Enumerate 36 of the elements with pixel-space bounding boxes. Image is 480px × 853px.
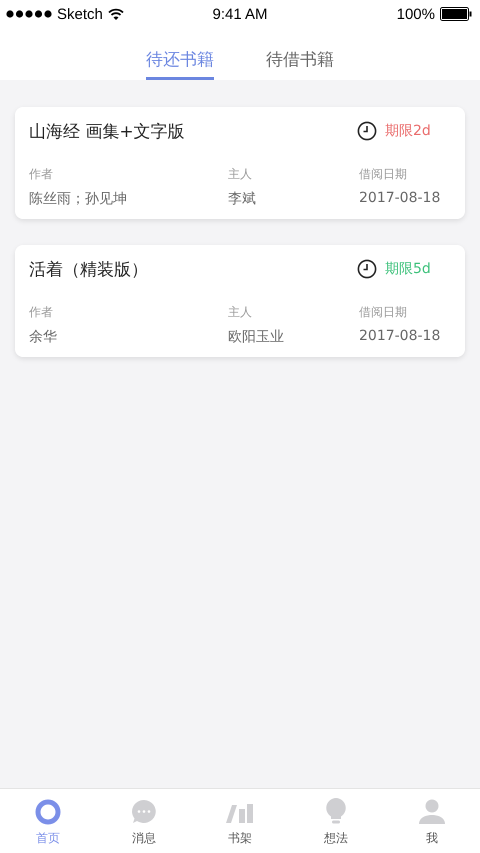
author-name: 陈丝雨；孙见坤 (29, 190, 128, 208)
wifi-icon (108, 8, 124, 20)
book-card[interactable]: 山海经 画集+文字版 期限2d 作者 陈丝雨；孙见坤 主人 李斌 借阅日期 2017-08-18 (15, 107, 465, 219)
signal-icon (6, 10, 52, 18)
ring-icon (35, 799, 61, 825)
borrow-date: 2017-08-18 (359, 190, 442, 206)
field-label: 主人 (228, 166, 253, 183)
battery-icon (440, 7, 472, 21)
owner-name: 李斌 (228, 190, 257, 208)
book-title: 活着（精装版） (29, 258, 148, 280)
tab-bar-item[interactable]: 书架 (192, 789, 288, 853)
person-icon (418, 799, 446, 825)
field-label: 借阅日期 (359, 304, 408, 321)
chat-icon (131, 799, 157, 825)
battery-percent: 100% (396, 6, 435, 22)
tab-bar-item[interactable]: 我 (384, 789, 480, 853)
book-title: 山海经 画集+文字版 (29, 120, 185, 142)
tab-bar-item[interactable]: 想法 (288, 789, 384, 853)
lightbulb-icon (325, 797, 347, 825)
field-label: 作者 (29, 166, 54, 183)
field-label: 主人 (228, 304, 253, 321)
book-card[interactable]: 活着（精装版） 期限5d 作者 余华 主人 欧阳玉业 借阅日期 2017-08-18 (15, 245, 465, 357)
books-icon (226, 801, 254, 825)
field-label: 作者 (29, 304, 54, 321)
carrier-name: Sketch (57, 6, 103, 22)
deadline-text: 期限5d (385, 260, 431, 278)
status-time: 9:41 AM (212, 6, 268, 22)
tab[interactable]: 待借书籍 (266, 28, 334, 80)
deadline-text: 期限2d (385, 122, 431, 140)
field-label: 借阅日期 (359, 166, 408, 183)
tab-bar-item[interactable]: 消息 (96, 789, 192, 853)
borrow-date: 2017-08-18 (359, 328, 442, 344)
author-name: 余华 (29, 328, 58, 346)
clock-icon (357, 259, 377, 279)
clock-icon (357, 121, 377, 141)
owner-name: 欧阳玉业 (228, 328, 285, 346)
